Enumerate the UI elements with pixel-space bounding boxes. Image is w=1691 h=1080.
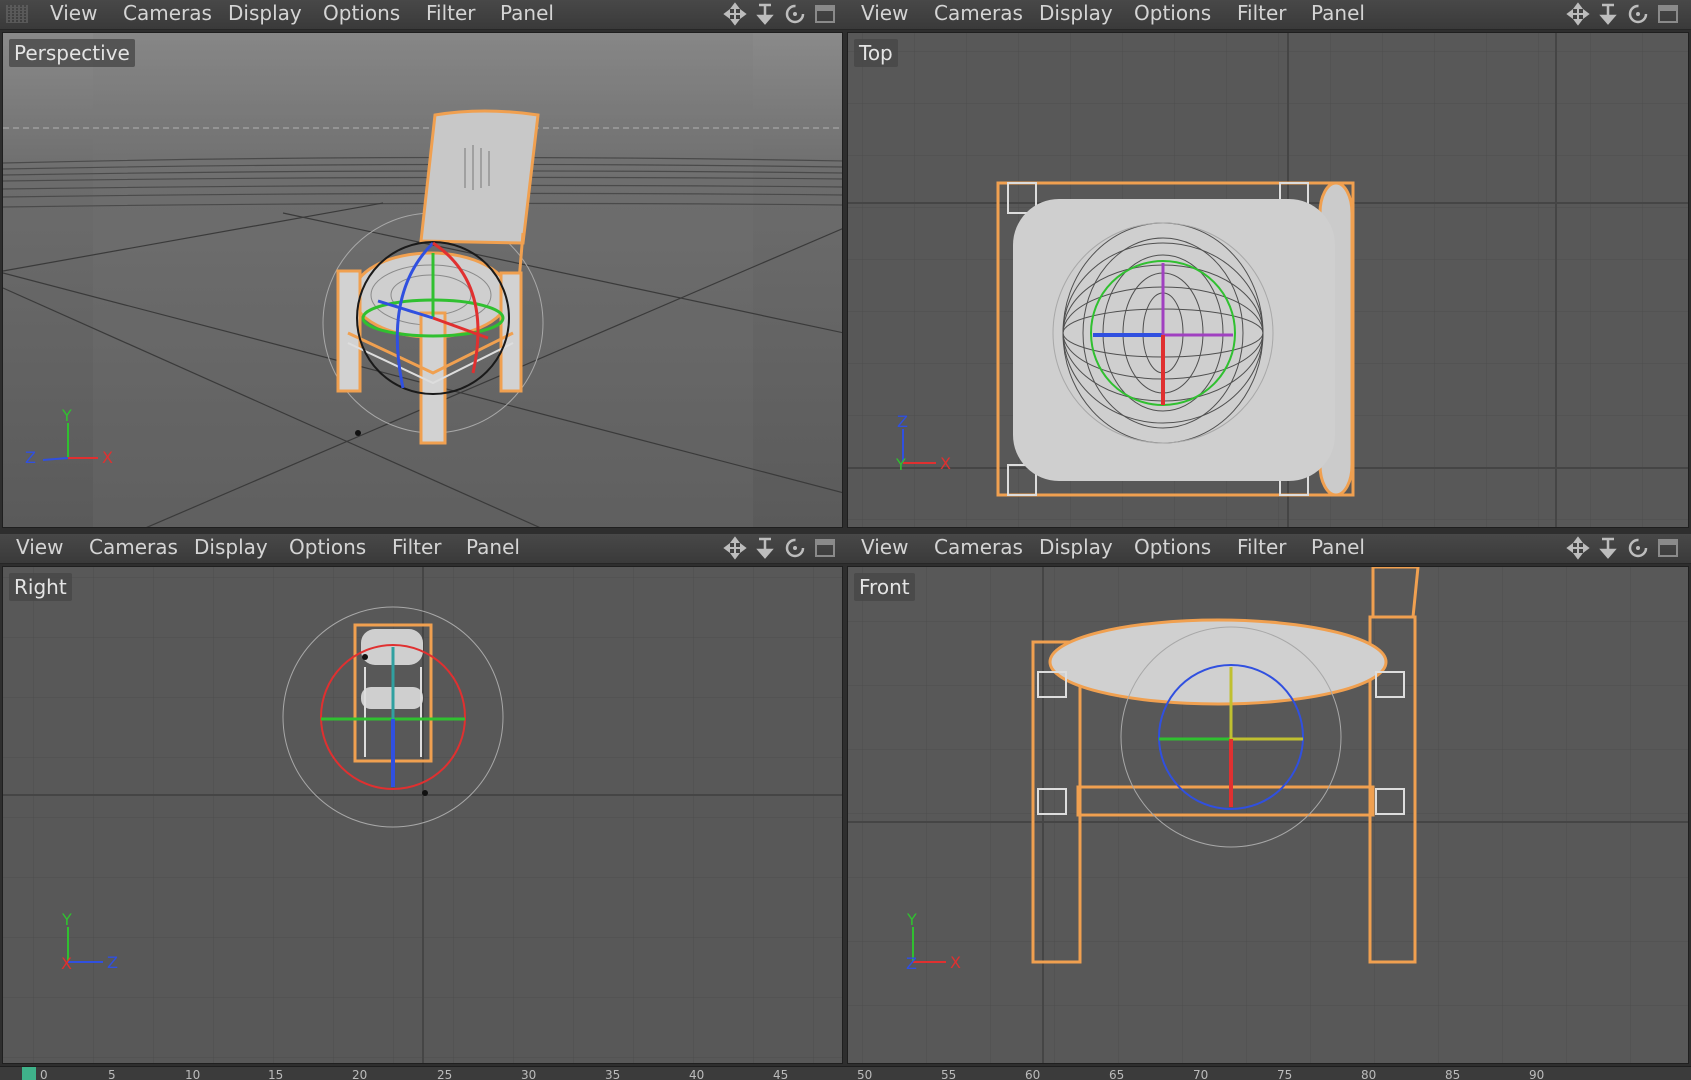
timeline-tick: 85 xyxy=(1445,1068,1461,1080)
timeline-ruler[interactable]: 0 5 10 15 20 25 30 35 40 45 50 55 60 65 … xyxy=(0,1066,1691,1080)
menu-view[interactable]: View xyxy=(50,0,97,30)
menu-view[interactable]: View xyxy=(861,534,908,564)
timeline-current-frame: 0 xyxy=(40,1068,48,1080)
top-menubar: View Cameras Display Options Filter Pane… xyxy=(845,0,1691,30)
menu-filter[interactable]: Filter xyxy=(392,534,442,564)
timeline-tick: 90 xyxy=(1529,1068,1545,1080)
axis-label-z: Z xyxy=(906,954,917,973)
menu-filter[interactable]: Filter xyxy=(426,0,476,30)
axis-label-y: Y xyxy=(61,910,72,929)
timeline-tick: 15 xyxy=(268,1068,284,1080)
perspective-viewport[interactable]: Y X Z Perspective xyxy=(2,32,843,528)
move-icon[interactable] xyxy=(1565,2,1591,26)
axis-label-y: Y xyxy=(895,455,906,474)
move-icon[interactable] xyxy=(722,536,748,560)
right-menubar: View Cameras Display Options Filter Pane… xyxy=(0,534,845,564)
zoom-icon[interactable] xyxy=(1595,536,1621,560)
menu-panel[interactable]: Panel xyxy=(500,0,554,30)
timeline-tick: 30 xyxy=(521,1068,537,1080)
menu-display[interactable]: Display xyxy=(228,0,302,30)
menu-options[interactable]: Options xyxy=(1134,0,1211,30)
timeline-tick: 20 xyxy=(352,1068,368,1080)
rotate-icon[interactable] xyxy=(1625,536,1651,560)
rotate-icon[interactable] xyxy=(782,2,808,26)
timeline-tick: 75 xyxy=(1277,1068,1293,1080)
zoom-icon[interactable] xyxy=(752,536,778,560)
menu-panel[interactable]: Panel xyxy=(1311,0,1365,30)
axis-label-z: Z xyxy=(107,953,118,972)
pane-perspective: View Cameras Display Options Filter Pane… xyxy=(0,0,845,530)
axis-label-y: Y xyxy=(61,406,72,425)
menu-filter[interactable]: Filter xyxy=(1237,0,1287,30)
front-scene: Y X Z xyxy=(848,567,1688,1063)
timeline-tick: 50 xyxy=(857,1068,873,1080)
menu-options[interactable]: Options xyxy=(289,534,366,564)
top-viewport[interactable]: Z X Y Top xyxy=(847,32,1689,528)
timeline-tick: 65 xyxy=(1109,1068,1125,1080)
maximize-icon[interactable] xyxy=(1655,536,1681,560)
menu-options[interactable]: Options xyxy=(1134,534,1211,564)
viewport-title[interactable]: Front xyxy=(854,573,915,601)
menu-view[interactable]: View xyxy=(16,534,63,564)
perspective-scene: Y X Z xyxy=(3,33,842,527)
menu-cameras[interactable]: Cameras xyxy=(123,0,212,30)
timeline-tick: 25 xyxy=(437,1068,453,1080)
viewport-title[interactable]: Top xyxy=(854,39,898,67)
pane-front: View Cameras Display Options Filter Pane… xyxy=(845,534,1691,1066)
zoom-icon[interactable] xyxy=(1595,2,1621,26)
menu-display[interactable]: Display xyxy=(194,534,268,564)
top-scene: Z X Y xyxy=(848,33,1688,527)
timeline-tick: 40 xyxy=(689,1068,705,1080)
viewport-title[interactable]: Right xyxy=(9,573,72,601)
timeline-tick: 80 xyxy=(1361,1068,1377,1080)
maximize-icon[interactable] xyxy=(812,2,838,26)
timeline-tick: 10 xyxy=(185,1068,201,1080)
perspective-menubar: View Cameras Display Options Filter Pane… xyxy=(0,0,845,30)
axis-label-x: X xyxy=(102,448,113,467)
timeline-playhead[interactable] xyxy=(22,1067,36,1080)
menu-options[interactable]: Options xyxy=(323,0,400,30)
move-icon[interactable] xyxy=(1565,536,1591,560)
rotate-icon[interactable] xyxy=(782,536,808,560)
zoom-icon[interactable] xyxy=(752,2,778,26)
axis-label-x: X xyxy=(61,954,72,973)
axis-label-y: Y xyxy=(906,910,917,929)
maximize-icon[interactable] xyxy=(1655,2,1681,26)
timeline-tick: 55 xyxy=(941,1068,957,1080)
timeline-tick: 60 xyxy=(1025,1068,1041,1080)
axis-label-x: X xyxy=(940,454,951,473)
menu-panel[interactable]: Panel xyxy=(1311,534,1365,564)
menu-cameras[interactable]: Cameras xyxy=(934,534,1023,564)
timeline-tick: 35 xyxy=(605,1068,621,1080)
viewport-title[interactable]: Perspective xyxy=(9,39,135,67)
pane-top: View Cameras Display Options Filter Pane… xyxy=(845,0,1691,530)
menu-view[interactable]: View xyxy=(861,0,908,30)
menu-panel[interactable]: Panel xyxy=(466,534,520,564)
axis-label-z: Z xyxy=(25,448,36,467)
menu-filter[interactable]: Filter xyxy=(1237,534,1287,564)
front-menubar: View Cameras Display Options Filter Pane… xyxy=(845,534,1691,564)
maximize-icon[interactable] xyxy=(812,536,838,560)
axis-label-z: Z xyxy=(897,412,908,431)
timeline-tick: 45 xyxy=(773,1068,789,1080)
right-viewport[interactable]: Y Z X Right xyxy=(2,566,843,1064)
right-scene: Y Z X xyxy=(3,567,842,1063)
timeline-tick: 5 xyxy=(108,1068,116,1080)
menu-display[interactable]: Display xyxy=(1039,0,1113,30)
axis-label-x: X xyxy=(950,953,961,972)
panel-grip-icon[interactable] xyxy=(6,5,28,23)
menu-cameras[interactable]: Cameras xyxy=(934,0,1023,30)
pane-right: View Cameras Display Options Filter Pane… xyxy=(0,534,845,1066)
menu-cameras[interactable]: Cameras xyxy=(89,534,178,564)
menu-display[interactable]: Display xyxy=(1039,534,1113,564)
front-viewport[interactable]: Y X Z Front xyxy=(847,566,1689,1064)
timeline-tick: 70 xyxy=(1193,1068,1209,1080)
move-icon[interactable] xyxy=(722,2,748,26)
rotate-icon[interactable] xyxy=(1625,2,1651,26)
